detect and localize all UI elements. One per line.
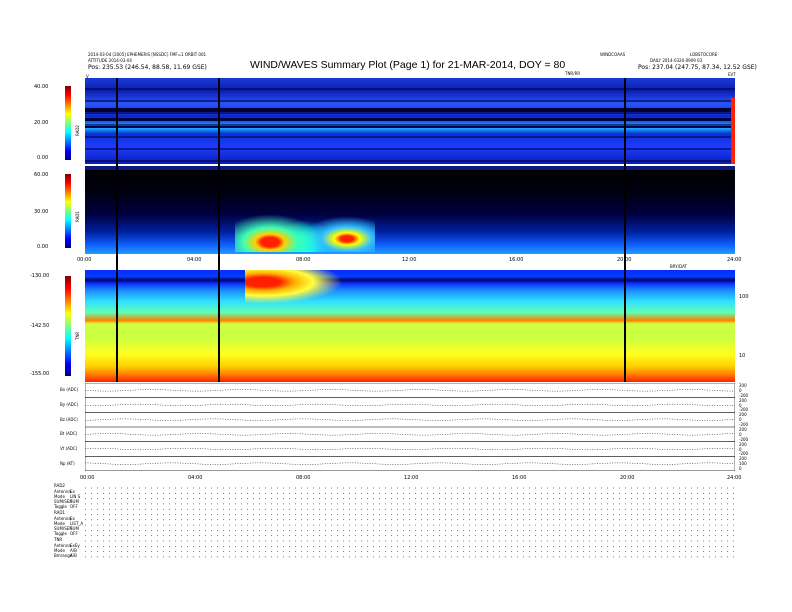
mode-key: Toggle [54,504,67,509]
mode-key: Toggle [54,531,67,536]
plot-title: WIND/WAVES Summary Plot (Page 1) for 21-… [250,59,566,71]
rad1-xtick-6: 24:00 [727,257,742,263]
tnr-colorbar [65,276,71,376]
hk-xtick-1: 04:00 [188,475,203,481]
tnr-cbar-tick-2: -155.00 [30,371,50,377]
modes-rad2-title: RAD2 [54,483,65,488]
rad2-dark-band [85,108,735,112]
rad1-xtick-0: 00:00 [77,257,92,263]
rad2-red-edge [731,98,735,164]
hk-xtick-5: 20:00 [620,475,635,481]
tnr-burst [245,270,365,310]
rad1-cbar-tick-2: 0.00 [37,244,49,250]
rad1-cbar-tick-1: 30.00 [34,209,49,215]
mode-value: A/B [70,553,77,558]
header-right-pos: Pos: 237.04 (247.75, 87.34, 12.52 GSE) [638,64,757,71]
rad1-xtick-4: 16:00 [509,257,524,263]
time-marker-line [218,78,220,382]
hk-row-label: Np (KT) [60,460,75,466]
mark-end: EVT [728,72,736,77]
mode-row: Toggle OFF [54,531,78,536]
tnr-right-tick-1: 10 [739,353,746,359]
header-left-pos: Pos: 235.53 (246.54, 88.58, 11.69 GSE) [88,64,207,71]
rad1-top-band [85,166,735,170]
hk-xtick-0: 00:00 [80,475,95,481]
hk-xtick-2: 08:00 [296,475,311,481]
rad1-ylabel: RAD1 [75,211,80,222]
tnr-spectrogram [85,270,735,382]
modes-tnr-title: TNR [54,537,63,542]
rad2-dark-band [85,118,735,121]
rad2-cbar-tick-0: 40.00 [34,84,49,90]
hk-row-label: Bz (ADC) [60,416,78,422]
mode-dot-strip [85,487,735,558]
rad1-cbar-tick-0: 60.00 [34,172,49,178]
hk-row-label: Vt (ADC) [60,446,78,451]
mode-value: OFF [70,531,78,536]
header-right-top-b: LOBSTOCORE [690,52,718,57]
header-left-line1: 2014-03-04 [2005] EPHEMERIS [NSSDC] FMF=… [88,52,207,57]
rad2-ylabel: RAD2 [75,125,80,136]
header-right-line1: DAILY 2014-0320-0909 03 [650,58,703,63]
rad2-cbar-tick-1: 20.00 [34,120,49,126]
rad1-xtick-1: 04:00 [187,257,202,263]
hk-right-tick: 0 [739,466,742,472]
rad2-colorbar [65,86,71,160]
mode-row: Bmrange A/B [54,553,77,558]
rad2-dark-band [85,126,735,128]
hk-row-label: Bx (ADC) [60,387,79,393]
header-right-top-a: WINDCOAAS [600,52,626,57]
rad1-colorbar [65,174,71,248]
hk-xtick-3: 12:00 [404,475,419,481]
header-left-line2: ATTITUDE 2014-03-04 [88,58,132,63]
rad1-spectrogram [85,166,735,254]
hk-xtick-4: 16:00 [512,475,527,481]
time-marker-line [116,78,118,382]
rad2-spectrogram [85,78,735,164]
modes-rad1-title: RAD1 [54,510,65,515]
tnr-right-tick-0: 100 [739,294,749,300]
housekeeping-panel [85,383,735,471]
hk-row-label: By (ADC) [60,402,79,407]
time-marker-line [624,78,626,382]
hk-xtick-6: 24:00 [727,475,742,481]
tnr-ylabel: TNR [75,331,80,340]
rad1-xtick-3: 12:00 [402,257,417,263]
tnr-cbar-tick-1: -142.50 [30,323,50,329]
hk-row-label: Bt (ADC) [60,431,78,437]
evt-label: BRY/DAT [670,264,687,269]
mode-row: Toggle OFF [54,504,78,509]
rad1-burst-region [235,186,375,252]
mode-value: OFF [70,504,78,509]
rad2-cbar-tick-2: 0.00 [37,155,49,161]
rad1-xtick-2: 08:00 [296,257,311,263]
tnr-mark: TNR/RR [565,71,581,76]
tnr-cbar-tick-0: -130.00 [30,273,50,279]
